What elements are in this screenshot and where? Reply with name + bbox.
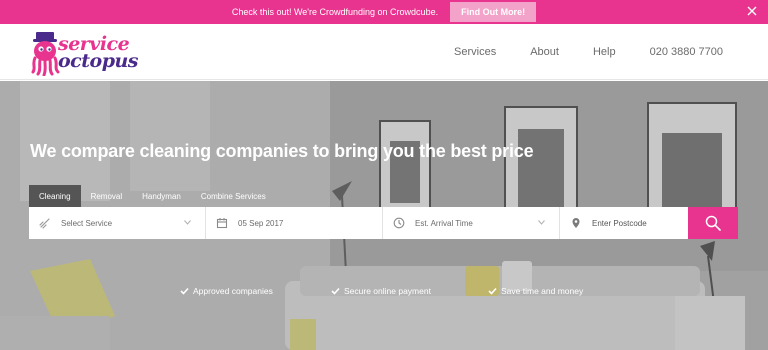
arrival-time-select[interactable]: Est. Arrival Time	[383, 207, 560, 239]
arrival-time-value: Est. Arrival Time	[415, 218, 473, 228]
chevron-down-icon	[538, 220, 545, 225]
nav-help[interactable]: Help	[593, 46, 616, 58]
logo[interactable]: service octopus	[30, 30, 139, 76]
search-button[interactable]	[688, 207, 738, 239]
features-list: Approved companies Secure online payment…	[0, 286, 768, 300]
tab-cleaning[interactable]: Cleaning	[29, 185, 81, 207]
site-header: service octopus Services About Help 020 …	[0, 24, 768, 80]
find-out-more-button[interactable]: Find Out More!	[450, 2, 537, 22]
logo-text-octopus: octopus	[58, 50, 139, 72]
feature-text: Secure online payment	[344, 286, 431, 296]
postcode-placeholder: Enter Postcode	[592, 218, 647, 228]
date-picker[interactable]: 05 Sep 2017	[206, 207, 383, 239]
search-bar: Select Service 05 Sep 2017 Est. Arrival …	[29, 207, 738, 239]
feature-save-time: Save time and money	[488, 286, 583, 296]
hero-section: We compare cleaning companies to bring y…	[0, 81, 768, 350]
service-select-value: Select Service	[61, 218, 113, 228]
nav-phone-number[interactable]: 020 3880 7700	[650, 46, 723, 58]
checkmark-icon	[488, 287, 497, 295]
service-select[interactable]: Select Service	[29, 207, 206, 239]
feature-approved: Approved companies	[180, 286, 273, 296]
feature-text: Approved companies	[193, 286, 273, 296]
calendar-icon	[216, 218, 228, 229]
checkmark-icon	[331, 287, 340, 295]
main-nav: Services About Help 020 3880 7700	[420, 24, 723, 80]
nav-services[interactable]: Services	[454, 46, 496, 58]
date-value: 05 Sep 2017	[238, 218, 284, 228]
tab-removal[interactable]: Removal	[81, 185, 133, 207]
promo-text: Check this out! We're Crowdfunding on Cr…	[231, 7, 439, 17]
checkmark-icon	[180, 287, 189, 295]
feature-secure-payment: Secure online payment	[331, 286, 431, 296]
clock-icon	[393, 217, 405, 229]
promo-bar: Check this out! We're Crowdfunding on Cr…	[0, 0, 768, 24]
service-tabs: Cleaning Removal Handyman Combine Servic…	[29, 185, 276, 207]
postcode-input[interactable]: Enter Postcode	[560, 207, 688, 239]
hero-title: We compare cleaning companies to bring y…	[30, 141, 534, 161]
tab-combine-services[interactable]: Combine Services	[191, 185, 276, 207]
nav-about[interactable]: About	[530, 46, 559, 58]
location-pin-icon	[572, 218, 580, 228]
broom-icon	[39, 218, 50, 229]
feature-text: Save time and money	[501, 286, 584, 296]
tab-handyman[interactable]: Handyman	[132, 185, 191, 207]
close-icon[interactable]	[746, 5, 758, 17]
chevron-down-icon	[184, 220, 191, 225]
search-icon	[705, 215, 721, 231]
